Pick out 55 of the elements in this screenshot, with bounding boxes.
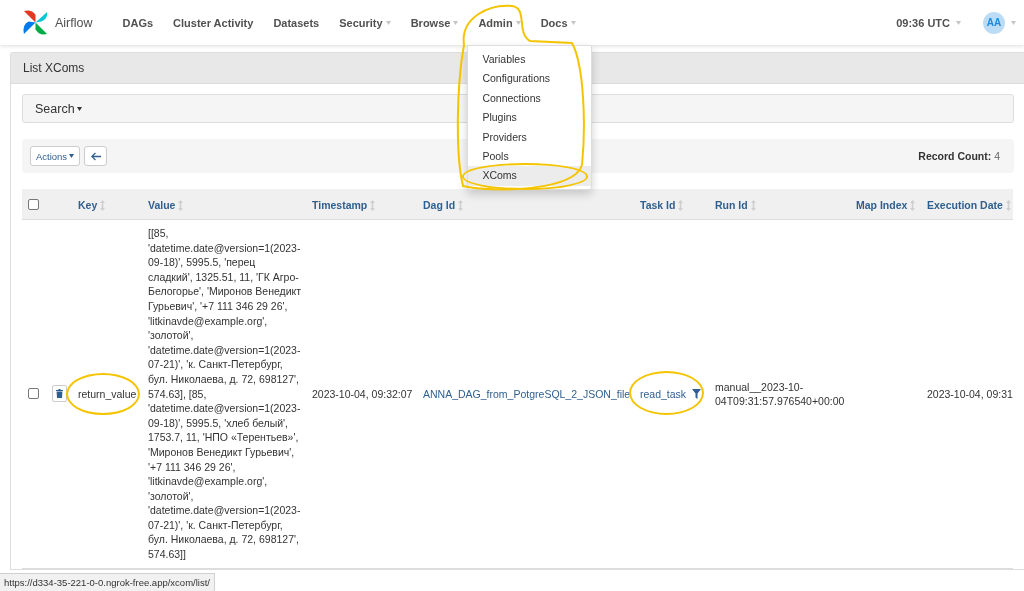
column-sort-link[interactable]: Key [78,199,106,211]
table-cell: return_value [78,387,137,400]
table-cell: 2023-10-04, 09:31 [927,387,1013,400]
menu-item[interactable]: Plugins [468,108,592,128]
nav-link[interactable]: DAGs [112,0,164,45]
record-count: Record Count: 4 [918,150,1000,162]
sort-icon [750,199,756,211]
caret-icon [453,20,459,25]
sort-icon [910,199,916,211]
menu-item[interactable]: Pools [468,147,592,167]
table-cell: 2023-10-04, 09:32:07 [312,387,413,400]
back-button[interactable] [84,146,107,166]
sort-icon [678,199,684,211]
brand-link[interactable]: Airflow [22,9,93,36]
select-all-checkbox[interactable] [28,198,39,210]
column-sort-link[interactable]: Dag Id [423,199,464,211]
dag-link[interactable]: ANNA_DAG_from_PotgreSQL_2_JSON_file [423,387,631,400]
caret-icon [515,20,521,25]
column-sort-link[interactable]: Value [148,199,184,211]
menu-item[interactable]: Configurations [468,69,592,89]
table-cell: [[85, 'datetime.date@version=1(2023-09-18)', 5995.5, 'перец сладкий', 1325.51, 11, 'ГК Агро-Белогорье', 'Миронов Венедикт Гурьевич', '+7 111 346 29 26', 'litkinavde@example.org', 'золотой', 'datetime.date@version=1(2023-07-21)', 'к. Санкт-Петербург, бул. Николаева, д. 72, 698127', 574.63], [85, 'datetime.date@version=1(2023-09-18)', 5995.5, 'хлеб белый', 1753.7, 11, 'НПО «Терентьев»', 'Миронов Венедикт Гурьевич', '+7 111 346 29 26', 'litkinavde@example.org', 'золотой', 'datetime.date@version=1(2023-07-21)', 'к. Санкт-Петербург, бул. Николаева, д. 72, 698127', 574.63]] [148,227,302,561]
filter-icon[interactable] [692,388,702,399]
sort-icon [370,199,376,211]
nav-link[interactable]: Browse [400,0,469,45]
menu-item[interactable]: Providers [468,127,592,148]
search-toggle[interactable]: Search [35,101,82,116]
caret-icon [76,106,82,111]
trash-icon [56,389,63,399]
caret-icon [69,154,75,158]
nav-link[interactable]: Admin [468,0,531,45]
actions-button[interactable]: Actions [30,146,80,166]
panel-title: List XComs [23,61,85,75]
delete-button[interactable] [52,385,67,403]
sort-icon [1005,199,1011,211]
task-link[interactable]: read_task [640,386,687,401]
caret-icon [385,20,391,25]
menu-item[interactable]: Variables [468,50,592,70]
timezone-menu[interactable]: 09:36 UTC [896,16,961,29]
nav-link[interactable]: Datasets [263,0,330,45]
sort-icon [178,199,184,211]
row-checkbox[interactable] [28,388,39,400]
caret-icon [570,20,576,25]
table-cell: manual__2023-10-04T09:31:57.976540+00:00 [715,380,845,407]
caret-icon [1011,20,1016,25]
status-url: https://d334-35-221-0-0.ngrok-free.app/xcom/list/ [0,573,215,591]
sort-icon [458,199,464,211]
sort-icon [100,199,106,211]
column-sort-link[interactable]: Run Id [715,199,756,211]
caret-icon [956,20,961,25]
pinwheel-logo-icon [22,9,49,36]
arrow-left-icon [90,151,101,161]
nav-link[interactable]: Cluster Activity [163,0,264,45]
menu-item[interactable]: Connections [468,88,592,109]
nav-link[interactable]: Docs [530,0,586,45]
nav-link[interactable]: Security [329,0,401,45]
